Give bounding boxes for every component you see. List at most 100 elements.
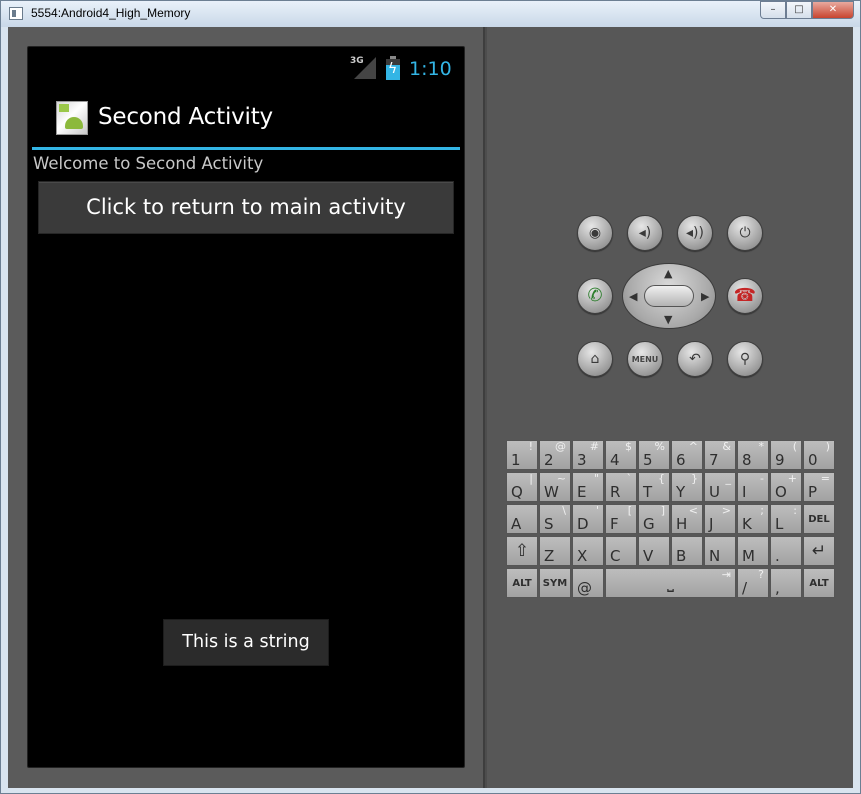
key-alt-left[interactable]: ALT (506, 568, 538, 598)
back-button[interactable]: ↶ (677, 341, 713, 377)
key-k[interactable]: K; (737, 504, 769, 534)
key-1[interactable]: 1! (506, 440, 538, 470)
key-r[interactable]: R ` (605, 472, 637, 502)
key-slash[interactable]: /? (737, 568, 769, 598)
key-p[interactable]: P = (803, 472, 835, 502)
key-label: ALT (512, 578, 532, 589)
close-button[interactable]: ✕ (812, 1, 854, 19)
key-alt-right[interactable]: ALT (803, 568, 835, 598)
key-label: , (775, 578, 780, 597)
key-label: Q (511, 482, 523, 501)
key-label: A (511, 514, 522, 533)
key-5[interactable]: 5% (638, 440, 670, 470)
key-alt-label: $ (625, 440, 632, 453)
key-b[interactable]: B (671, 536, 703, 566)
key-j[interactable]: J > (704, 504, 736, 534)
key-alt-label: ` (626, 472, 633, 485)
key-h[interactable]: H < (671, 504, 703, 534)
key-shift[interactable]: ⇧ (506, 536, 538, 566)
key-label: Y (676, 482, 686, 501)
key-space[interactable]: ⎵ ⇥ (605, 568, 736, 598)
key-l[interactable]: L: (770, 504, 802, 534)
key-f[interactable]: F[ (605, 504, 637, 534)
dpad[interactable]: ▲ ▼ ◀ ▶ (622, 263, 716, 329)
key-at[interactable]: @ (572, 568, 604, 598)
dpad-up-icon[interactable]: ▲ (664, 268, 672, 279)
key-y[interactable]: Y} (671, 472, 703, 502)
key-i[interactable]: I- (737, 472, 769, 502)
dpad-right-icon[interactable]: ▶ (701, 291, 709, 302)
maximize-button[interactable]: □ (786, 1, 812, 19)
key-enter[interactable]: ↵ (803, 536, 835, 566)
key-label: ↵ (811, 541, 827, 562)
key-alt-label: * (758, 440, 765, 453)
key-9[interactable]: 9( (770, 440, 802, 470)
key-alt-label: = (820, 472, 830, 485)
dpad-down-icon[interactable]: ▼ (664, 314, 672, 325)
key-label: U (709, 482, 720, 501)
key-alt-label: : (793, 504, 797, 517)
key-label: E (577, 482, 587, 501)
key-s[interactable]: S \ (539, 504, 571, 534)
key-v[interactable]: V (638, 536, 670, 566)
volume-down-icon: ◂) (638, 225, 652, 241)
device-frame: 3G ϟ 1:10 Second Activity Welcome to Sec… (8, 27, 485, 788)
search-button[interactable]: ⚲ (727, 341, 763, 377)
welcome-text: Welcome to Second Activity (33, 154, 264, 173)
dpad-left-icon[interactable]: ◀ (629, 291, 637, 302)
key-label: V (643, 546, 654, 565)
key-period[interactable]: . (770, 536, 802, 566)
key-6[interactable]: 6 ^ (671, 440, 703, 470)
key-8[interactable]: 8 * (737, 440, 769, 470)
minimize-button[interactable]: – (760, 1, 786, 19)
key-7[interactable]: 7 & (704, 440, 736, 470)
key-sym[interactable]: SYM (539, 568, 571, 598)
return-to-main-button[interactable]: Click to return to main activity (38, 181, 454, 234)
power-button[interactable]: ⏻ (727, 215, 763, 251)
key-o[interactable]: O + (770, 472, 802, 502)
end-call-button[interactable]: ☎ (727, 278, 763, 314)
key-0[interactable]: 0) (803, 440, 835, 470)
key-2[interactable]: 2 @ (539, 440, 571, 470)
key-alt-label: [ (627, 504, 632, 517)
key-label: B (676, 546, 687, 565)
menu-button[interactable]: MENU (627, 341, 663, 377)
key-e[interactable]: E " (572, 472, 604, 502)
key-alt-label: & (722, 440, 731, 453)
key-alt-label: ) (825, 440, 830, 453)
key-label: H (676, 514, 688, 533)
key-g[interactable]: G] (638, 504, 670, 534)
camera-button[interactable]: ◉ (577, 215, 613, 251)
call-button[interactable]: ✆ (577, 278, 613, 314)
key-z[interactable]: Z (539, 536, 571, 566)
key-w[interactable]: W ~ (539, 472, 571, 502)
dpad-center-button[interactable] (644, 285, 694, 307)
key-a[interactable]: A (506, 504, 538, 534)
key-c[interactable]: C (605, 536, 637, 566)
key-label: ⇧ (514, 541, 530, 562)
key-comma[interactable]: , (770, 568, 802, 598)
app-launcher-icon[interactable] (56, 101, 88, 135)
key-m[interactable]: M (737, 536, 769, 566)
key-u[interactable]: U _ (704, 472, 736, 502)
key-q[interactable]: Q | (506, 472, 538, 502)
key-n[interactable]: N (704, 536, 736, 566)
key-alt-label: < (688, 504, 698, 517)
volume-up-button[interactable]: ◂)) (677, 215, 713, 251)
key-x[interactable]: X (572, 536, 604, 566)
key-label: D (577, 514, 589, 533)
volume-down-button[interactable]: ◂) (627, 215, 663, 251)
device-screen[interactable]: 3G ϟ 1:10 Second Activity Welcome to Sec… (27, 46, 465, 768)
key-d[interactable]: D ' (572, 504, 604, 534)
key-4[interactable]: 4 $ (605, 440, 637, 470)
title-bar[interactable]: 5554:Android4_High_Memory – □ ✕ (1, 1, 860, 27)
key-label: 0 (808, 450, 818, 469)
key-label: S (544, 514, 554, 533)
key-alt-label: _ (725, 472, 732, 485)
key-3[interactable]: 3 # (572, 440, 604, 470)
key-del[interactable]: DEL (803, 504, 835, 534)
key-t[interactable]: T{ (638, 472, 670, 502)
key-alt-label: ^ (688, 440, 698, 453)
key-alt-label: ] (660, 504, 665, 517)
home-button[interactable]: ⌂ (577, 341, 613, 377)
